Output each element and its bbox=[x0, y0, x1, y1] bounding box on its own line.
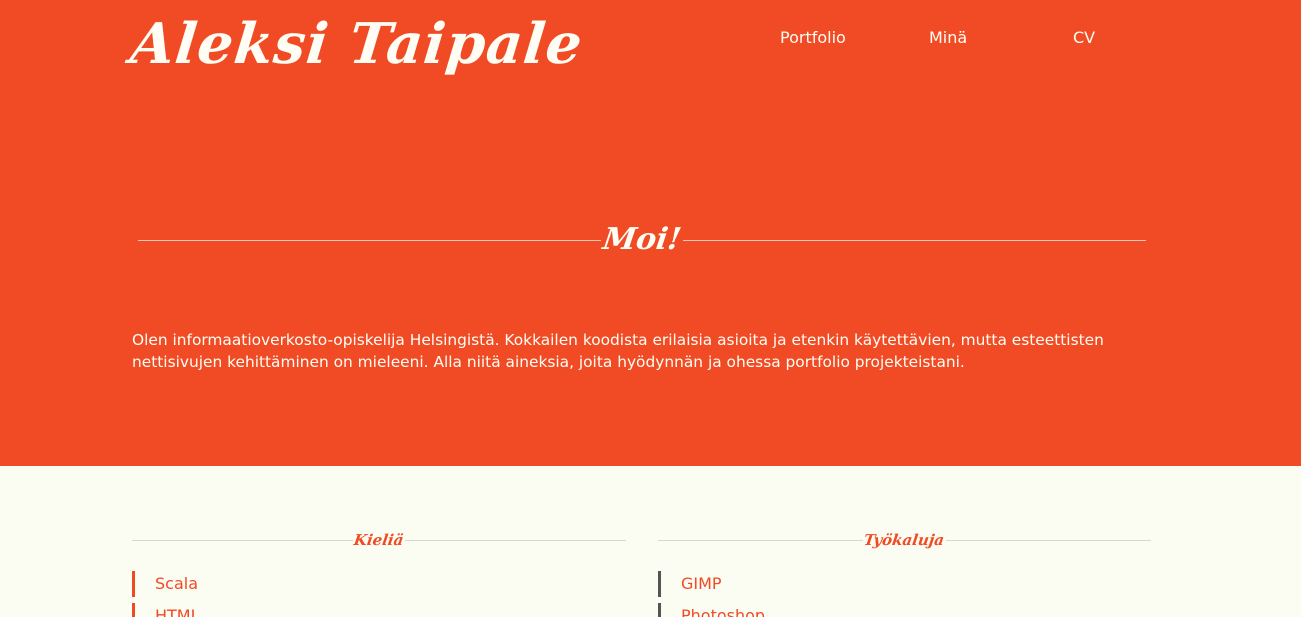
languages-list: Scala HTML bbox=[132, 571, 200, 617]
hero-heading-text: Moi! bbox=[600, 222, 684, 257]
divider-line-right bbox=[404, 539, 626, 541]
languages-heading: Kieliä bbox=[132, 529, 626, 551]
nav-link-cv[interactable]: CV bbox=[1073, 28, 1095, 48]
divider-line-left bbox=[132, 539, 354, 541]
main-nav: Portfolio Minä CV bbox=[0, 28, 1301, 50]
list-item: Photoshop bbox=[658, 603, 765, 617]
nav-link-mina[interactable]: Minä bbox=[929, 28, 967, 48]
divider-line-right bbox=[945, 539, 1152, 541]
list-item: GIMP bbox=[658, 571, 765, 597]
divider-line-right bbox=[682, 239, 1147, 241]
list-item: Scala bbox=[132, 571, 200, 597]
tools-heading: Työkaluja bbox=[658, 529, 1152, 551]
intro-text: Olen informaatioverkosto-opiskelija Hels… bbox=[132, 331, 1104, 371]
languages-heading-text: Kieliä bbox=[353, 531, 405, 549]
tools-list: GIMP Photoshop bbox=[658, 571, 765, 617]
hero-section: Aleksi Taipale Portfolio Minä CV Moi! Ol… bbox=[0, 0, 1301, 466]
divider-line-left bbox=[658, 539, 864, 541]
skills-section: Kieliä Scala HTML Työkaluja GIMP Photosh… bbox=[0, 466, 1301, 617]
list-item: HTML bbox=[132, 603, 200, 617]
nav-link-portfolio[interactable]: Portfolio bbox=[780, 28, 846, 48]
hero-heading: Moi! bbox=[138, 220, 1147, 260]
divider-line-left bbox=[138, 239, 602, 241]
tools-heading-text: Työkaluja bbox=[863, 531, 946, 549]
